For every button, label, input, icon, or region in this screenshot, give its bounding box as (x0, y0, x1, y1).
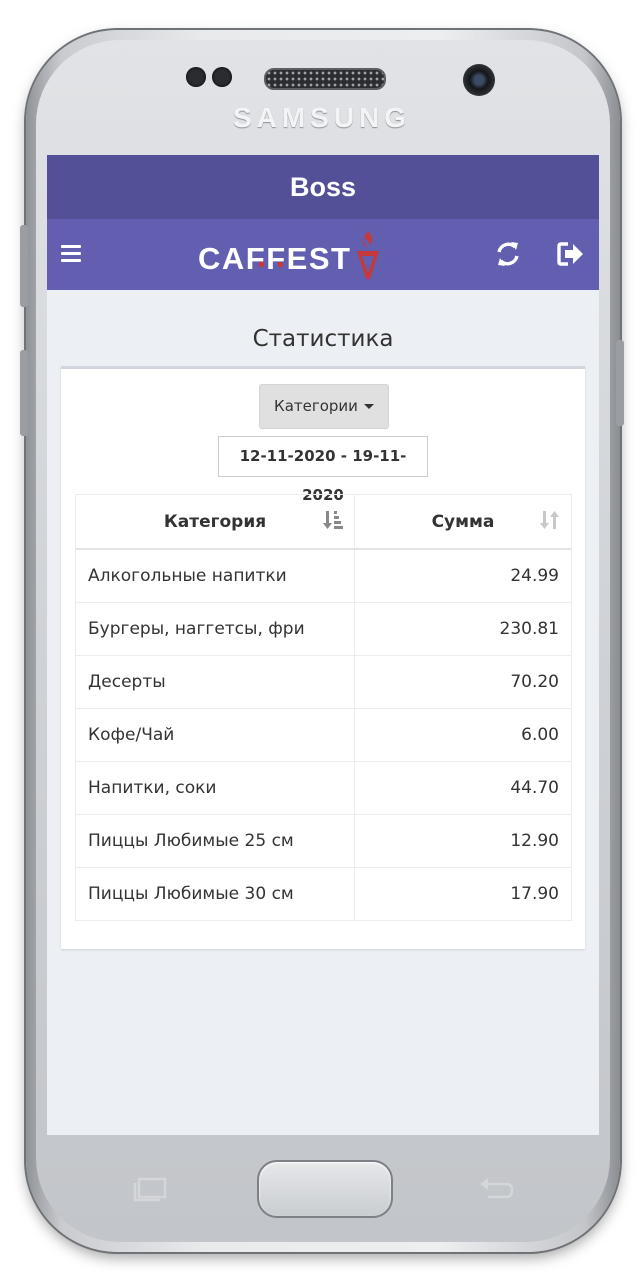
hamburger-menu-icon[interactable] (61, 245, 81, 266)
category-cell: Бургеры, наггетсы, фри (75, 602, 355, 656)
logo-flame-a-icon (357, 231, 379, 279)
caffesta-logo: CAFFEST (198, 231, 379, 279)
column-header-label: Категория (163, 511, 267, 532)
statistics-panel: Категории 12-11-2020 - 19-11-2020 Катего… (61, 366, 585, 949)
front-camera (463, 64, 495, 96)
category-dropdown-label: Категории (274, 397, 358, 415)
caret-down-icon (363, 404, 374, 409)
sort-icon (540, 511, 559, 529)
sum-cell: 6.00 (354, 708, 572, 762)
table-row: Алкогольные напитки 24.99 (75, 548, 572, 603)
power-button (616, 340, 624, 426)
table-header-row: Категория Сумма (75, 494, 572, 550)
sum-cell: 12.90 (354, 814, 572, 868)
column-header-category[interactable]: Категория (75, 494, 355, 550)
sort-amount-desc-icon (323, 511, 343, 529)
date-range-picker[interactable]: 12-11-2020 - 19-11-2020 (218, 436, 428, 504)
table-row: Напитки, соки 44.70 (75, 761, 572, 815)
recent-apps-icon[interactable] (130, 1176, 170, 1202)
app-title: Boss (47, 155, 599, 219)
category-cell: Кофе/Чай (75, 708, 355, 762)
back-icon[interactable] (476, 1176, 516, 1202)
sum-cell: 230.81 (354, 602, 572, 656)
table-row: Пиццы Любимые 25 см 12.90 (75, 814, 572, 868)
table-row: Десерты 70.20 (75, 655, 572, 709)
category-cell: Напитки, соки (75, 761, 355, 815)
sum-cell: 17.90 (354, 867, 572, 921)
category-cell: Алкогольные напитки (75, 548, 355, 603)
statistics-table: Категория Сумма Алкогольные напитки 24.9… (75, 494, 572, 921)
logo-red-dots (259, 262, 283, 267)
refresh-icon[interactable] (493, 239, 523, 269)
proximity-sensor (186, 67, 206, 87)
light-sensor (212, 67, 232, 87)
table-row: Пиццы Любимые 30 см 17.90 (75, 867, 572, 921)
page-heading: Статистика (252, 326, 394, 352)
device-brand: SAMSUNG (232, 102, 412, 133)
bixby-button (20, 350, 28, 436)
home-button[interactable] (257, 1160, 393, 1218)
sum-cell: 44.70 (354, 761, 572, 815)
app-screen: Boss CAFFEST Статистика Категории 12-11-… (47, 155, 599, 1135)
navbar: CAFFEST (47, 219, 599, 290)
sum-cell: 70.20 (354, 655, 572, 709)
logo-text: CAFFEST (198, 241, 352, 276)
table-row: Кофе/Чай 6.00 (75, 708, 572, 762)
earpiece-speaker (264, 68, 386, 90)
column-header-label: Сумма (431, 511, 495, 532)
category-dropdown-button[interactable]: Категории (259, 384, 389, 429)
category-cell: Десерты (75, 655, 355, 709)
sign-out-icon[interactable] (556, 239, 586, 269)
category-cell: Пиццы Любимые 25 см (75, 814, 355, 868)
table-row: Бургеры, наггетсы, фри 230.81 (75, 602, 572, 656)
category-cell: Пиццы Любимые 30 см (75, 867, 355, 921)
sum-cell: 24.99 (354, 548, 572, 603)
column-header-sum[interactable]: Сумма (354, 494, 572, 550)
volume-button (20, 225, 28, 307)
